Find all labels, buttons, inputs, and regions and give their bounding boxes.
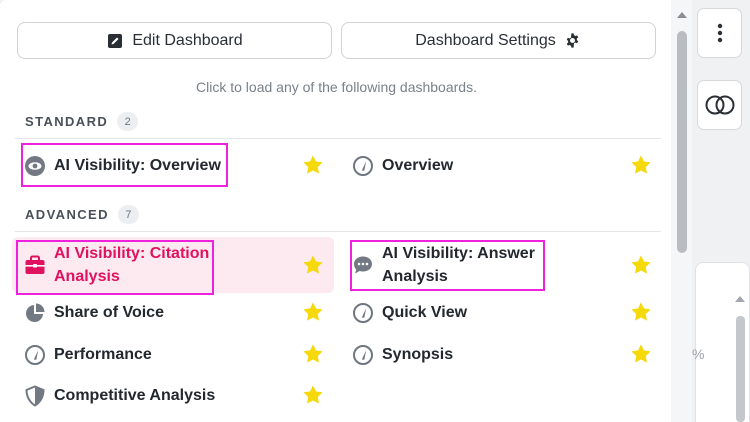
dashboard-item-competitive-analysis[interactable]: Competitive Analysis: [24, 384, 215, 407]
scrollbar-thumb[interactable]: [677, 31, 687, 253]
dashboard-item-performance[interactable]: Performance: [24, 343, 152, 366]
section-divider: [15, 138, 661, 139]
dashboard-item-label: Quick View: [382, 304, 468, 321]
section-advanced-count-badge: 7: [117, 205, 139, 224]
dashboard-item-synopsis[interactable]: Synopsis: [352, 343, 453, 366]
load-dashboards-hint: Click to load any of the following dashb…: [196, 79, 477, 95]
star-icon[interactable]: [630, 154, 652, 176]
section-standard-count-badge: 2: [117, 112, 139, 131]
star-icon[interactable]: [302, 343, 324, 365]
shield-icon: [24, 384, 46, 407]
section-standard-label: STANDARD: [25, 114, 109, 129]
dashboard-item-share-of-voice[interactable]: Share of Voice: [24, 301, 164, 324]
star-icon[interactable]: [302, 384, 324, 406]
percent-label: %: [692, 346, 705, 362]
dashboard-settings-button[interactable]: Dashboard Settings: [341, 22, 656, 59]
widget-scroll-up-icon[interactable]: [735, 296, 745, 302]
overlapping-circles-icon: [705, 95, 734, 115]
dashboard-item-quick-view[interactable]: Quick View: [352, 301, 467, 324]
pie-chart-icon: [24, 302, 46, 324]
star-icon[interactable]: [302, 301, 324, 323]
scroll-up-arrow-icon[interactable]: [677, 12, 687, 18]
annotation-box: [350, 240, 545, 291]
dashboard-item-label: Overview: [382, 157, 454, 174]
vertical-dots-icon: [717, 23, 722, 43]
dashboard-item-overview[interactable]: Overview: [352, 154, 453, 177]
gauge-icon: [352, 155, 374, 177]
gear-icon: [564, 32, 582, 50]
dashboard-item-label: Synopsis: [382, 346, 454, 363]
gauge-icon: [352, 302, 374, 324]
more-options-button[interactable]: [697, 8, 742, 58]
widget-scrollbar-thumb[interactable]: [736, 316, 745, 422]
dashboard-settings-label: Dashboard Settings: [415, 31, 556, 49]
edit-dashboard-button[interactable]: Edit Dashboard: [17, 22, 332, 59]
section-divider: [15, 231, 661, 232]
gauge-icon: [24, 344, 46, 366]
annotation-box: [16, 240, 214, 295]
star-icon[interactable]: [302, 254, 324, 276]
compare-button[interactable]: [697, 80, 742, 130]
pencil-square-icon: [106, 32, 124, 50]
star-icon[interactable]: [630, 343, 652, 365]
star-icon[interactable]: [630, 254, 652, 276]
dashboard-item-label: Performance: [54, 346, 152, 363]
section-standard: STANDARD 2: [25, 112, 139, 131]
star-icon[interactable]: [302, 154, 324, 176]
gauge-icon: [352, 344, 374, 366]
dashboard-picker-panel: Edit Dashboard Dashboard Settings Click …: [0, 0, 692, 422]
star-icon[interactable]: [630, 301, 652, 323]
section-advanced: ADVANCED 7: [25, 205, 139, 224]
section-advanced-label: ADVANCED: [25, 207, 109, 222]
dashboard-item-label: Share of Voice: [54, 304, 164, 321]
annotation-box: [21, 143, 228, 187]
dashboard-item-label: Competitive Analysis: [54, 387, 216, 404]
edit-dashboard-label: Edit Dashboard: [132, 31, 243, 49]
